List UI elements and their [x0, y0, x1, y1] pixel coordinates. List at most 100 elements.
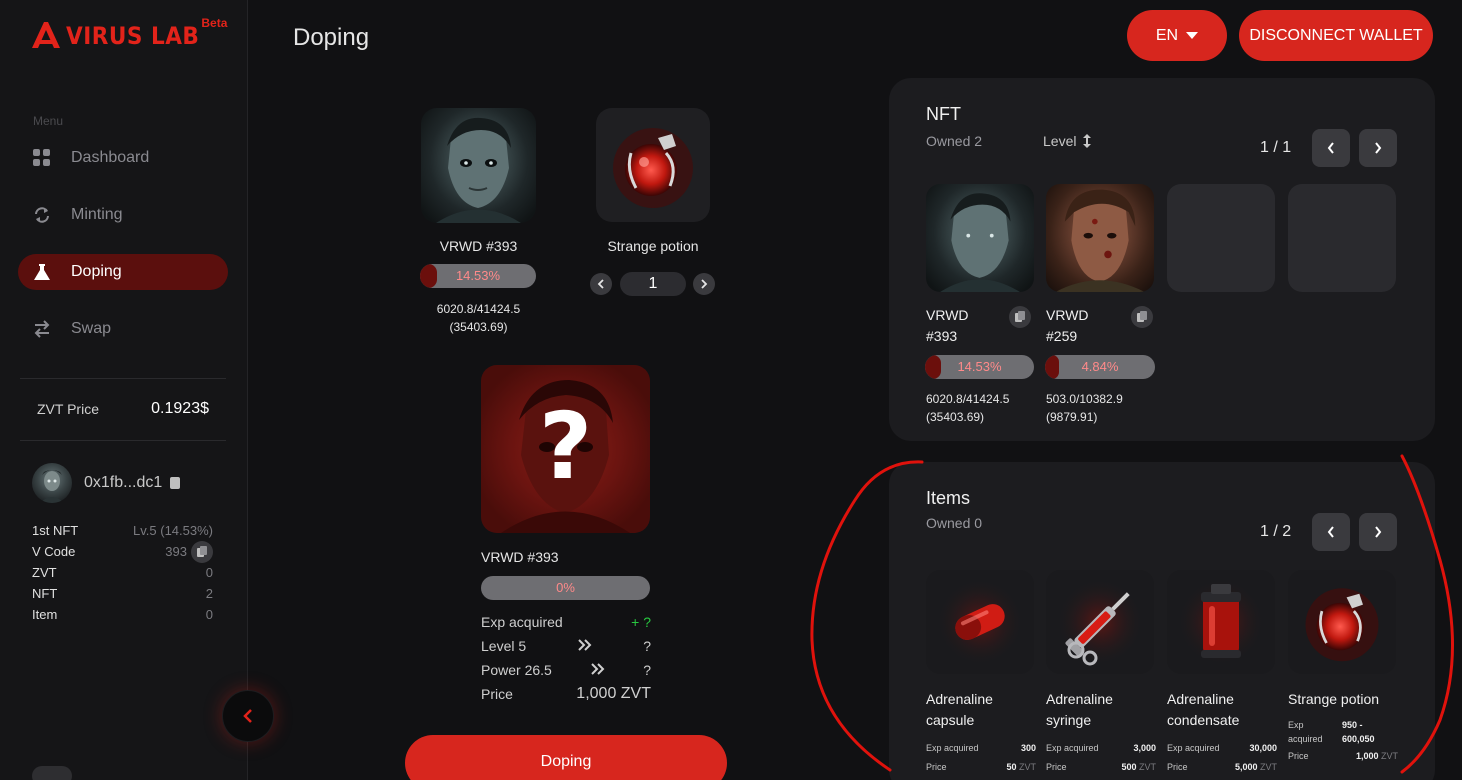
item-card-meta: Exp acquired 30,000 Price 5,000 ZVT: [1167, 738, 1277, 776]
divider: [20, 378, 226, 379]
result-nft-progress: 0%: [481, 576, 650, 600]
item-price-row: Price 5,000 ZVT: [1167, 757, 1277, 776]
quantity-stepper[interactable]: 1: [620, 272, 686, 296]
quantity-increase-button[interactable]: [693, 273, 715, 295]
item-image[interactable]: [596, 108, 710, 222]
nft-card-progress: 4.84%: [1045, 355, 1155, 379]
caret-down-icon: [1186, 31, 1199, 39]
item-card-name: Strange potion: [1288, 691, 1380, 707]
stat-value: 0: [205, 565, 213, 580]
stat-first-nft: 1st NFT Lv.5 (14.53%): [32, 520, 213, 541]
stat-label: NFT: [32, 586, 58, 601]
item-exp-value: 3,000: [1133, 742, 1156, 753]
nft-card-image[interactable]: [926, 184, 1034, 292]
sidebar-item-dashboard[interactable]: Dashboard: [18, 140, 228, 176]
sidebar-item-swap[interactable]: Swap: [18, 311, 228, 347]
stat-value: 393: [165, 544, 187, 559]
item-price-row: Price 50 ZVT: [926, 757, 1036, 776]
item-card-image[interactable]: [1046, 570, 1154, 674]
result-exp-value: ?: [643, 614, 651, 630]
item-card-image[interactable]: [926, 570, 1034, 674]
result-exp-row: Exp acquired + ?: [481, 610, 651, 634]
nft-card-name: VRWD #393: [926, 305, 969, 347]
chevron-right-icon: [701, 279, 708, 289]
item-name-line: Adrenaline: [1046, 691, 1113, 707]
grid-icon: [32, 148, 52, 168]
item-exp-row-2: acquired 600,050: [1288, 732, 1398, 746]
item-price-unit: ZVT: [1139, 761, 1156, 772]
copy-icon[interactable]: [1131, 306, 1153, 328]
sidebar-item-label: Swap: [71, 320, 112, 337]
sort-level-button[interactable]: Level: [1043, 133, 1092, 149]
nft-card-progress: 14.53%: [925, 355, 1034, 379]
item-name-line: syringe: [1046, 712, 1092, 728]
item-price-value: 50: [1006, 761, 1017, 772]
copy-icon[interactable]: [1009, 306, 1031, 328]
nft-next-page-button[interactable]: [1359, 129, 1397, 167]
item-price-wrap: 1,000 ZVT: [1356, 751, 1398, 761]
source-nft-exp: 6020.8/41424.5 (35403.69): [411, 300, 546, 336]
result-exp-label: Exp acquired: [481, 614, 563, 630]
item-exp-value: 30,000: [1249, 742, 1277, 753]
progress-label: 4.84%: [1081, 359, 1119, 374]
chevron-left-icon: [1327, 142, 1334, 154]
item-price-wrap: 50 ZVT: [1006, 762, 1036, 772]
doping-button[interactable]: Doping: [405, 735, 727, 780]
items-prev-page-button[interactable]: [1312, 513, 1350, 551]
sidebar-item-label: Dashboard: [71, 149, 150, 166]
zvt-price-label: ZVT Price: [37, 401, 99, 417]
language-button[interactable]: EN: [1127, 10, 1227, 61]
exp-line: (35403.69): [926, 410, 985, 424]
zombie-portrait-icon: [1055, 189, 1145, 292]
sidebar-nav: Dashboard Minting Doping Swap: [18, 140, 228, 368]
stat-value-wrap: 393: [165, 540, 213, 563]
virus-lab-logo-icon: [32, 22, 60, 48]
flask-icon: [32, 262, 52, 282]
nft-prev-page-button[interactable]: [1312, 129, 1350, 167]
item-exp-value: 950 -: [1342, 720, 1363, 730]
item-exp-value: 600,050: [1342, 734, 1375, 744]
item-card-image[interactable]: [1288, 570, 1396, 674]
syringe-icon: [1056, 578, 1144, 666]
item-price-label: Price: [1167, 761, 1188, 772]
nft-card-exp: 503.0/10382.9 (9879.91): [1046, 390, 1123, 426]
item-price-row: Price 1,000 ZVT: [1288, 746, 1398, 765]
item-price-value: 5,000: [1234, 761, 1258, 772]
items-owned-count: Owned 0: [926, 515, 983, 531]
avatar: [32, 463, 72, 503]
item-price-wrap: 5,000 ZVT: [1235, 762, 1277, 772]
wallet-info: 0x1fb...dc1: [32, 463, 181, 503]
potion-icon: [1305, 588, 1379, 662]
nft-pager: 1 / 1: [1260, 139, 1292, 156]
logo[interactable]: VIRUS LAB Beta: [30, 16, 227, 50]
collapse-sidebar-button[interactable]: [222, 690, 274, 742]
plus-sign: +: [631, 614, 640, 630]
exp-line: (35403.69): [449, 320, 508, 334]
sidebar-item-minting[interactable]: Minting: [18, 197, 228, 233]
quantity-decrease-button[interactable]: [590, 273, 612, 295]
copy-icon[interactable]: [170, 477, 181, 489]
copy-icon[interactable]: [191, 540, 213, 563]
zvt-price-row: ZVT Price 0.1923$: [37, 400, 209, 418]
sidebar-item-doping[interactable]: Doping: [18, 254, 228, 290]
stat-label: ZVT: [32, 565, 57, 580]
settings-toggle[interactable]: [32, 766, 72, 780]
menu-label: Menu: [33, 114, 64, 128]
question-mark: ?: [538, 393, 593, 500]
item-card-meta: Exp acquired 3,000 Price 500 ZVT: [1046, 738, 1156, 776]
stat-label: 1st NFT: [32, 523, 79, 538]
zombie-portrait-icon: [436, 117, 521, 223]
item-exp-row: Exp acquired 3,000: [1046, 738, 1156, 757]
capsule-icon: [936, 578, 1024, 666]
divider: [20, 440, 226, 441]
item-card-image[interactable]: [1167, 570, 1275, 674]
items-next-page-button[interactable]: [1359, 513, 1397, 551]
result-power-label: Power 26.5: [481, 662, 552, 678]
disconnect-wallet-button[interactable]: DISCONNECT WALLET: [1239, 10, 1433, 61]
result-details: Exp acquired + ? Level 5 ? Power 26.5 ? …: [481, 610, 651, 706]
nft-name-line: VRWD: [926, 307, 969, 323]
source-nft-image[interactable]: [421, 108, 536, 223]
result-price-value: 1,000 ZVT: [576, 685, 651, 702]
nft-name-line: #393: [926, 328, 958, 344]
nft-card-image[interactable]: [1046, 184, 1154, 292]
